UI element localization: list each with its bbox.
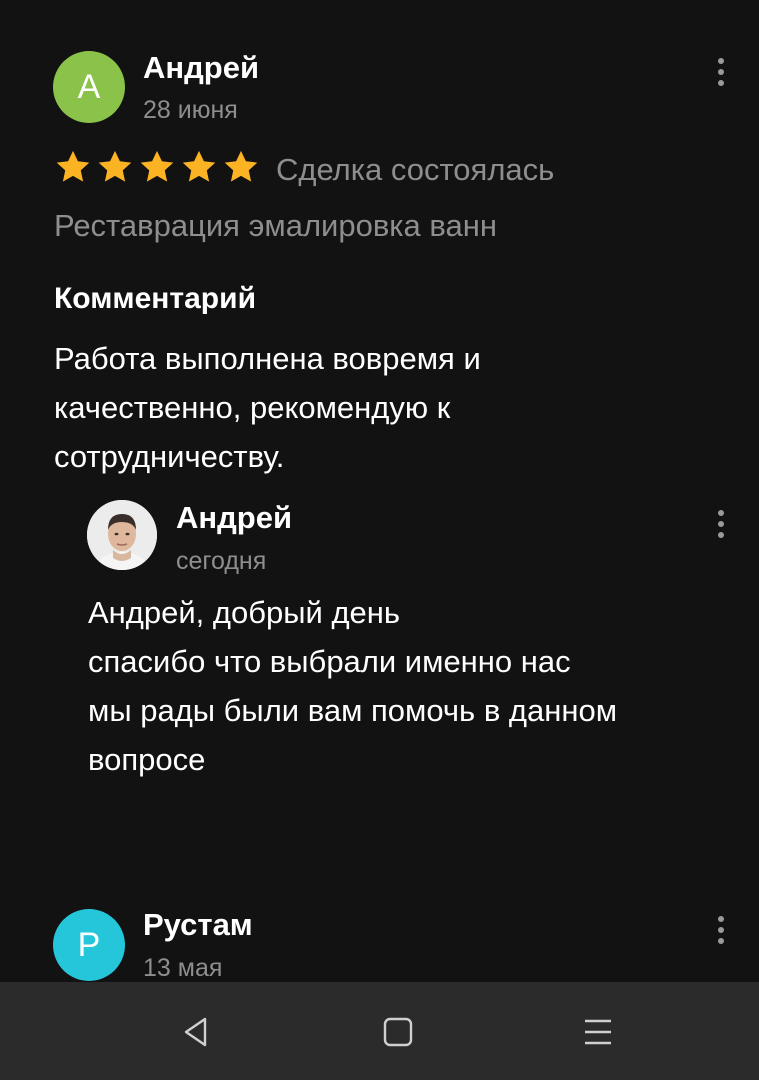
rating-stars [54, 148, 260, 186]
menu-lines-icon [585, 1019, 611, 1045]
comment-heading: Комментарий [54, 282, 257, 315]
reviews-screen: А Андрей 28 июня Сделка состоялась Реста… [0, 0, 759, 982]
home-square-icon [383, 1017, 413, 1047]
review-author-name[interactable]: Андрей [143, 50, 259, 86]
comment-text: Работа выполнена вовремя и качественно, … [54, 341, 481, 474]
nav-home-button[interactable] [378, 1012, 418, 1052]
avatar-letter: Р [77, 925, 101, 964]
more-options-icon[interactable] [709, 52, 733, 92]
back-triangle-icon [184, 1017, 207, 1047]
deal-status: Сделка состоялась [276, 152, 555, 187]
review-avatar[interactable]: А [53, 51, 125, 123]
star-icon [98, 150, 132, 182]
star-icon [224, 150, 258, 182]
more-options-icon[interactable] [709, 504, 733, 544]
service-name: Реставрация эмалировка ванн [54, 208, 497, 243]
review-author-name[interactable]: Рустам [143, 907, 253, 943]
review-date: 13 мая [143, 954, 223, 982]
review-avatar[interactable]: Р [53, 909, 125, 981]
star-icon [56, 150, 90, 182]
nav-back-button[interactable] [176, 1012, 216, 1052]
more-options-icon[interactable] [709, 910, 733, 950]
reply-author-name[interactable]: Андрей [176, 500, 292, 536]
star-icon [182, 150, 216, 182]
person-photo-icon [87, 500, 157, 570]
star-icon [140, 150, 174, 182]
system-navigation-bar [0, 982, 759, 1080]
nav-menu-button[interactable] [578, 1012, 618, 1052]
reply-text: Андрей, добрый день спасибо что выбрали … [88, 595, 618, 777]
review-date: 28 июня [143, 96, 238, 124]
reply-avatar[interactable] [87, 500, 157, 570]
avatar-letter: А [77, 67, 101, 106]
reply-date: сегодня [176, 547, 267, 575]
